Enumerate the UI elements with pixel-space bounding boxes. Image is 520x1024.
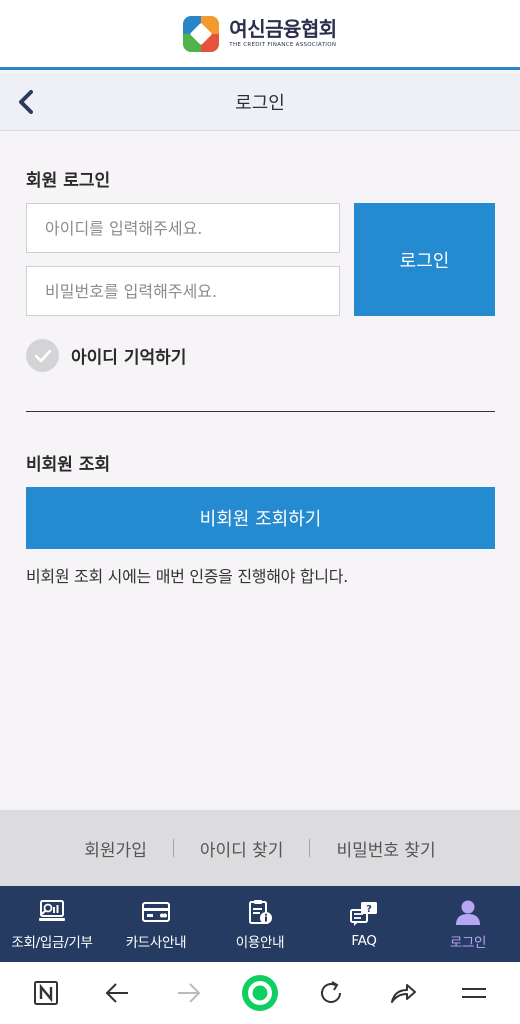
nav-item-card-guide[interactable]: 카드사안내	[104, 886, 208, 962]
check-icon	[26, 339, 59, 372]
member-login-title: 회원 로그인	[26, 171, 111, 191]
nav-label-faq: FAQ	[351, 932, 377, 949]
nav-label-usage-guide: 이용안내	[235, 934, 285, 951]
signup-link[interactable]: 회원가입	[58, 836, 173, 861]
remember-id-label: 아이디 기억하기	[71, 348, 187, 368]
brand-bar: 여신금융협회 THE CREDIT FINANCE ASSOCIATION	[0, 0, 520, 70]
nav-item-inquiry[interactable]: 조회/입금/기부	[0, 886, 104, 962]
forward-arrow-icon	[177, 983, 200, 1003]
back-button[interactable]	[6, 82, 46, 122]
inquiry-icon	[37, 898, 67, 926]
user-icon	[453, 898, 483, 926]
nav-item-faq[interactable]: ? FAQ	[312, 886, 416, 962]
nav-label-inquiry: 조회/입금/기부	[11, 934, 93, 951]
find-password-link[interactable]: 비밀번호 찾기	[310, 836, 461, 861]
logo-name-en: THE CREDIT FINANCE ASSOCIATION	[229, 41, 337, 48]
page-header: 로그인	[0, 73, 520, 131]
share-icon	[390, 984, 416, 1003]
card-icon	[141, 898, 171, 926]
find-id-link[interactable]: 아이디 찾기	[174, 836, 310, 861]
back-arrow-icon	[105, 983, 129, 1003]
page-title: 로그인	[235, 92, 285, 114]
guest-note: 비회원 조회 시에는 매번 인증을 진행해야 합니다.	[26, 567, 348, 586]
faq-icon: ?	[349, 900, 379, 928]
refresh-icon	[321, 981, 342, 1003]
nav-label-card-guide: 카드사안내	[125, 934, 187, 951]
guest-section-title: 비회원 조회	[26, 455, 111, 475]
browser-home-button[interactable]	[238, 971, 282, 1015]
password-input[interactable]	[26, 266, 340, 316]
browser-share-button[interactable]	[381, 971, 425, 1015]
logo-mark-icon	[183, 15, 220, 52]
naver-icon	[33, 981, 58, 1005]
menu-icon	[462, 988, 487, 998]
login-button[interactable]: 로그인	[354, 203, 495, 316]
divider	[26, 411, 495, 412]
remember-id-checkbox[interactable]: 아이디 기억하기	[26, 339, 186, 372]
logo-name-kr: 여신금융협회	[229, 16, 337, 41]
browser-toolbar	[0, 962, 520, 1024]
browser-menu-button[interactable]	[452, 971, 496, 1015]
bottom-nav: 조회/입금/기부 카드사안내 이용안내 ? FAQ 로그인	[0, 886, 520, 962]
guide-icon	[245, 898, 275, 926]
nav-item-usage-guide[interactable]: 이용안내	[208, 886, 312, 962]
home-icon	[241, 975, 278, 1011]
logo[interactable]: 여신금융협회 THE CREDIT FINANCE ASSOCIATION	[183, 15, 337, 52]
footer-links: 회원가입 아이디 찾기 비밀번호 찾기	[0, 810, 520, 886]
naver-button[interactable]	[24, 971, 68, 1015]
nav-label-login: 로그인	[449, 934, 487, 951]
guest-inquiry-button[interactable]: 비회원 조회하기	[26, 487, 495, 549]
id-input[interactable]	[26, 203, 340, 253]
browser-refresh-button[interactable]	[309, 971, 353, 1015]
nav-item-login[interactable]: 로그인	[416, 886, 520, 962]
chevron-left-icon	[19, 90, 33, 114]
browser-back-button[interactable]	[95, 971, 139, 1015]
browser-forward-button[interactable]	[167, 971, 211, 1015]
